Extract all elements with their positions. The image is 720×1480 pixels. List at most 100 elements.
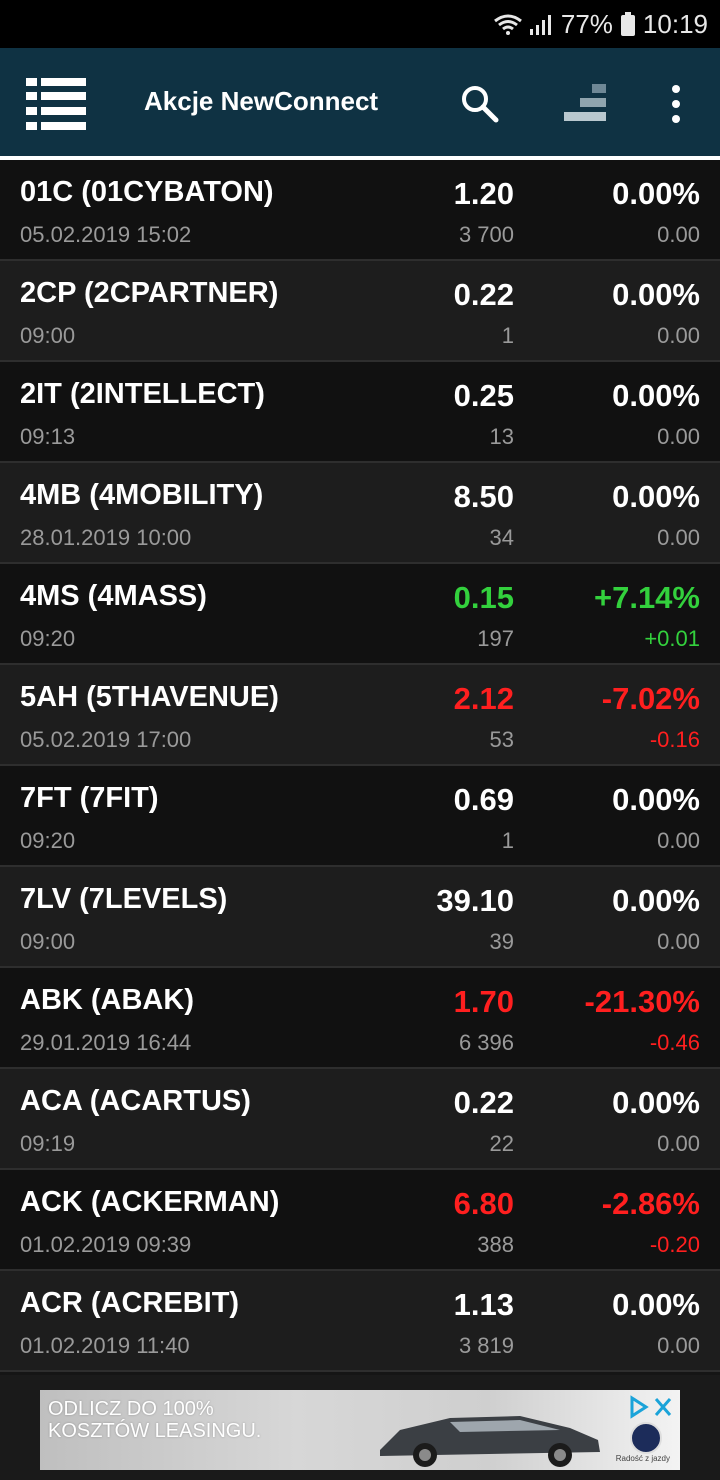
stock-change-percent: 0.00% bbox=[612, 176, 700, 211]
stock-name: 7FT (7FIT) bbox=[20, 782, 159, 814]
menu-button[interactable] bbox=[26, 78, 86, 130]
stock-volume: 6 396 bbox=[458, 1030, 514, 1055]
ad-controls bbox=[630, 1395, 672, 1419]
stock-volume: 13 bbox=[489, 424, 514, 449]
stock-time: 01.02.2019 09:39 bbox=[20, 1232, 192, 1257]
stock-time: 09:00 bbox=[20, 323, 76, 348]
stock-change-percent: -21.30% bbox=[584, 984, 700, 1019]
stock-time: 29.01.2019 16:44 bbox=[20, 1030, 192, 1055]
stock-change-abs: -0.46 bbox=[649, 1030, 700, 1055]
stock-change-percent: 0.00% bbox=[612, 1085, 700, 1120]
signal-icon bbox=[529, 15, 551, 35]
stock-row[interactable]: ACA (ACARTUS) 09:19 0.22 22 0.00% 0.00 bbox=[0, 1069, 720, 1170]
adchoices-icon[interactable] bbox=[630, 1395, 649, 1419]
stock-change-abs: +0.01 bbox=[644, 626, 700, 651]
stock-change-percent: 0.00% bbox=[612, 479, 700, 514]
stock-change-percent: -2.86% bbox=[601, 1186, 700, 1221]
stock-time: 09:13 bbox=[20, 424, 76, 449]
stock-row[interactable]: 4MB (4MOBILITY) 28.01.2019 10:00 8.50 34… bbox=[0, 463, 720, 564]
stock-change-percent: 0.00% bbox=[612, 782, 700, 817]
stock-name: 2CP (2CPARTNER) bbox=[20, 277, 279, 309]
connectivity-icons bbox=[493, 13, 553, 35]
stock-price: 0.22 bbox=[453, 277, 514, 312]
stock-change-abs: 0.00 bbox=[657, 424, 700, 449]
stock-change-percent: 0.00% bbox=[612, 883, 700, 918]
stock-change-percent: 0.00% bbox=[612, 1287, 700, 1322]
stock-price: 39.10 bbox=[436, 883, 514, 918]
ad-banner[interactable]: ODLICZ DO 100% KOSZTÓW LEASINGU. Radość … bbox=[40, 1390, 680, 1470]
ad-text: ODLICZ DO 100% KOSZTÓW LEASINGU. bbox=[48, 1398, 308, 1442]
ad-area: ODLICZ DO 100% KOSZTÓW LEASINGU. Radość … bbox=[0, 1375, 720, 1480]
stock-time: 09:19 bbox=[20, 1131, 76, 1156]
stock-row[interactable]: ACR (ACREBIT) 01.02.2019 11:40 1.13 3 81… bbox=[0, 1271, 720, 1372]
stock-row[interactable]: 5AH (5THAVENUE) 05.02.2019 17:00 2.12 53… bbox=[0, 665, 720, 766]
stock-list[interactable]: 01C (01CYBATON) 05.02.2019 15:02 1.20 3 … bbox=[0, 160, 720, 1372]
app-bar: Akcje NewConnect bbox=[0, 48, 720, 156]
stock-change-abs: 0.00 bbox=[657, 222, 700, 247]
stock-change-abs: 0.00 bbox=[657, 828, 700, 853]
stock-row[interactable]: 2IT (2INTELLECT) 09:13 0.25 13 0.00% 0.0… bbox=[0, 362, 720, 463]
close-icon[interactable] bbox=[654, 1398, 672, 1416]
stock-row[interactable]: ABK (ABAK) 29.01.2019 16:44 1.70 6 396 -… bbox=[0, 968, 720, 1069]
stock-volume: 3 819 bbox=[458, 1333, 514, 1358]
stock-change-abs: 0.00 bbox=[657, 1131, 700, 1156]
stock-price: 0.15 bbox=[453, 580, 514, 615]
stock-row[interactable]: 7LV (7LEVELS) 09:00 39.10 39 0.00% 0.00 bbox=[0, 867, 720, 968]
clock: 10:19 bbox=[642, 8, 708, 39]
stock-time: 28.01.2019 10:00 bbox=[20, 525, 192, 550]
stock-change-percent: 0.00% bbox=[612, 378, 700, 413]
sort-icon bbox=[564, 84, 606, 121]
stock-row[interactable]: ACK (ACKERMAN) 01.02.2019 09:39 6.80 388… bbox=[0, 1170, 720, 1271]
stock-price: 1.20 bbox=[453, 176, 514, 211]
stock-volume: 197 bbox=[477, 626, 514, 651]
stock-name: ACR (ACREBIT) bbox=[20, 1287, 240, 1319]
ad-text-line2: KOSZTÓW LEASINGU. bbox=[48, 1420, 262, 1442]
app-title: Akcje NewConnect bbox=[144, 86, 379, 116]
stock-price: 1.13 bbox=[453, 1287, 514, 1322]
stock-volume: 34 bbox=[489, 525, 514, 550]
search-button[interactable] bbox=[460, 84, 500, 124]
menu-icon bbox=[26, 78, 86, 130]
stock-change-percent: -7.02% bbox=[601, 681, 700, 716]
stock-name: ACA (ACARTUS) bbox=[20, 1085, 251, 1117]
stock-price: 0.22 bbox=[453, 1085, 514, 1120]
stock-name: 4MB (4MOBILITY) bbox=[20, 479, 264, 511]
stock-row[interactable]: 4MS (4MASS) 09:20 0.15 197 +7.14% +0.01 bbox=[0, 564, 720, 665]
stock-price: 2.12 bbox=[453, 681, 514, 716]
stock-volume: 388 bbox=[477, 1232, 514, 1257]
stock-name: 4MS (4MASS) bbox=[20, 580, 207, 612]
stock-change-percent: 0.00% bbox=[612, 277, 700, 312]
more-vert-icon bbox=[672, 85, 680, 123]
stock-change-abs: 0.00 bbox=[657, 1333, 700, 1358]
stock-price: 0.25 bbox=[453, 378, 514, 413]
status-bar: 77% 10:19 bbox=[0, 0, 720, 48]
stock-row[interactable]: 2CP (2CPARTNER) 09:00 0.22 1 0.00% 0.00 bbox=[0, 261, 720, 362]
stock-time: 05.02.2019 17:00 bbox=[20, 727, 192, 752]
stock-time: 09:00 bbox=[20, 929, 76, 954]
more-options-button[interactable] bbox=[664, 84, 688, 124]
stock-volume: 53 bbox=[489, 727, 514, 752]
stock-name: ACK (ACKERMAN) bbox=[20, 1186, 280, 1218]
stock-change-abs: -0.20 bbox=[649, 1232, 700, 1257]
stock-volume: 39 bbox=[489, 929, 514, 954]
stock-volume: 1 bbox=[501, 828, 514, 853]
search-icon bbox=[462, 86, 499, 123]
stock-change-percent: +7.14% bbox=[593, 580, 700, 615]
stock-name: 7LV (7LEVELS) bbox=[20, 883, 228, 915]
stock-price: 6.80 bbox=[453, 1186, 514, 1221]
stock-change-abs: 0.00 bbox=[657, 929, 700, 954]
stock-volume: 22 bbox=[489, 1131, 514, 1156]
stock-name: ABK (ABAK) bbox=[20, 984, 194, 1016]
stock-time: 09:20 bbox=[20, 626, 76, 651]
brand-logo bbox=[630, 1422, 662, 1454]
ad-text-line1: ODLICZ DO 100% bbox=[48, 1398, 214, 1420]
battery-icon bbox=[620, 12, 635, 36]
battery-percent: 77% bbox=[560, 8, 613, 39]
stock-row[interactable]: 01C (01CYBATON) 05.02.2019 15:02 1.20 3 … bbox=[0, 160, 720, 261]
sort-button[interactable] bbox=[562, 82, 608, 126]
stock-row[interactable]: 7FT (7FIT) 09:20 0.69 1 0.00% 0.00 bbox=[0, 766, 720, 867]
stock-name: 5AH (5THAVENUE) bbox=[20, 681, 279, 713]
stock-name: 2IT (2INTELLECT) bbox=[20, 378, 265, 410]
stock-change-abs: 0.00 bbox=[657, 525, 700, 550]
stock-change-abs: -0.16 bbox=[649, 727, 700, 752]
